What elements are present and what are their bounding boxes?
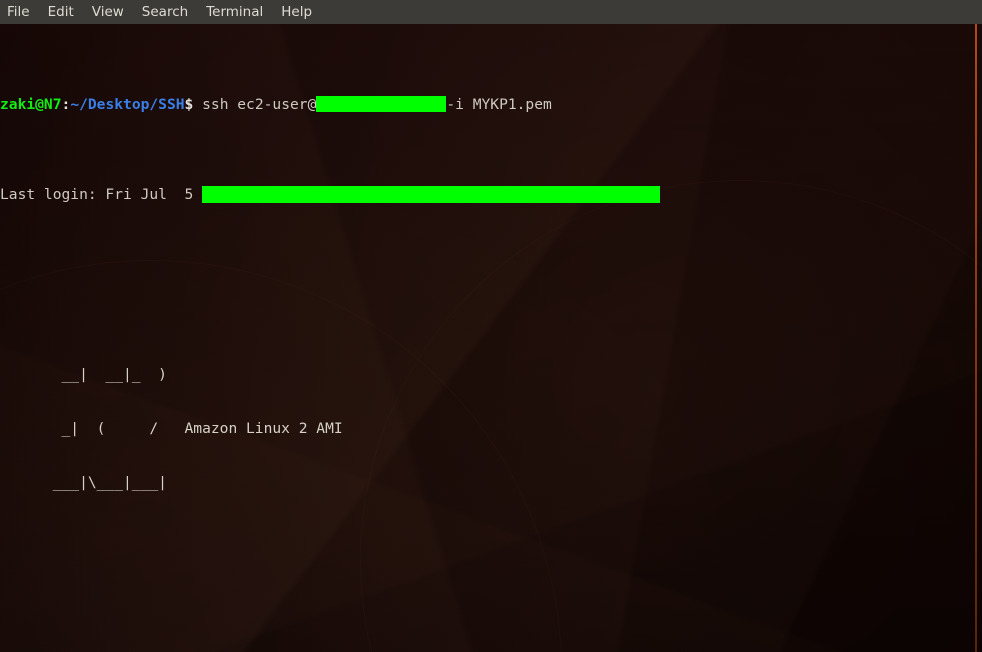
terminal-blank-line-2 [0, 564, 982, 582]
ascii-art-line-1: __| __|_ ) [0, 366, 167, 383]
ascii-art-line-3: ___|\___|___| [0, 474, 167, 491]
ssh-command-prefix: ssh ec2-user@ [193, 96, 317, 113]
terminal-window: File Edit View Search Terminal Help zaki… [0, 0, 982, 652]
last-login-text: Last login: Fri Jul 5 [0, 186, 203, 203]
menu-item-file[interactable]: File [0, 0, 39, 24]
terminal-blank-line-1 [0, 276, 982, 294]
terminal-line-last-login: Last login: Fri Jul 5 [0, 186, 982, 204]
local-prompt-separator: : [61, 96, 71, 113]
local-prompt-path: ~/Desktop/SSH [70, 96, 185, 113]
menu-item-help[interactable]: Help [272, 0, 321, 24]
ssh-command-suffix: -i MYKP1.pem [446, 96, 552, 113]
ascii-art-line-2: _| ( / Amazon Linux 2 AMI [0, 420, 343, 437]
menu-item-view[interactable]: View [83, 0, 133, 24]
redaction-bar-login-details [202, 186, 661, 203]
menu-bar: File Edit View Search Terminal Help [0, 0, 982, 24]
local-prompt-user-host: zaki@N7 [0, 96, 62, 113]
menu-item-search[interactable]: Search [133, 0, 197, 24]
terminal-line-command: zaki@N7:~/Desktop/SSH$ ssh ec2-user@ -i M… [0, 96, 982, 114]
terminal-output-area[interactable]: zaki@N7:~/Desktop/SSH$ ssh ec2-user@ -i M… [0, 24, 982, 652]
redaction-bar-public-ip [316, 96, 447, 112]
menu-item-terminal[interactable]: Terminal [197, 0, 272, 24]
menu-item-edit[interactable]: Edit [39, 0, 83, 24]
